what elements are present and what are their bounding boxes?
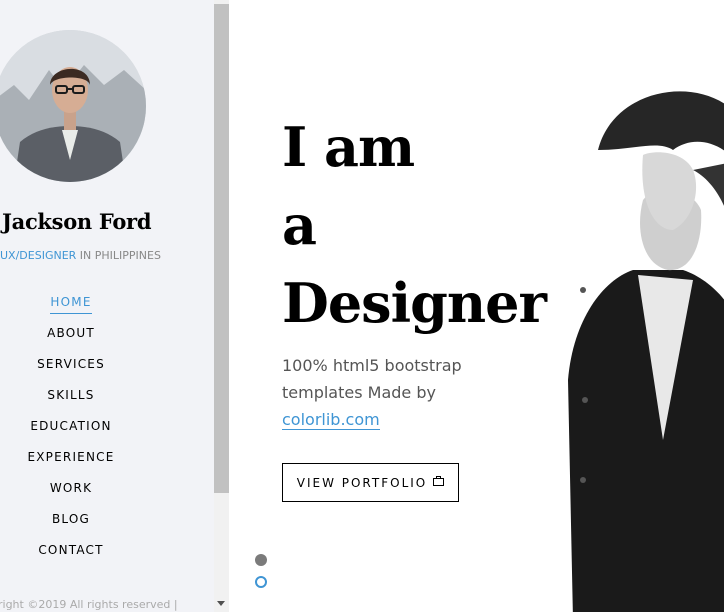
hero-subtext-body: 100% html5 bootstrap templates Made by	[282, 356, 462, 402]
briefcase-icon	[433, 476, 445, 489]
nav-item-label: BLOG	[51, 512, 91, 526]
sidebar: Jackson Ford UX/DESIGNER IN PHILIPPINES …	[0, 0, 214, 612]
sidebar-scrollbar[interactable]	[214, 0, 229, 612]
slider-dot-1[interactable]	[255, 554, 267, 566]
headline-line: I am	[282, 115, 415, 179]
headline-line: Designer	[282, 271, 547, 335]
avatar-photo	[0, 30, 146, 182]
hero-section: I am a Designer 100% html5 bootstrap tem…	[229, 0, 724, 612]
copyright-text: right ©2019 All rights reserved |	[0, 598, 178, 611]
slider-dot-2[interactable]	[255, 576, 267, 588]
nav-item-work[interactable]: WORK	[0, 480, 142, 511]
nav-item-label: EDUCATION	[30, 419, 112, 433]
main-nav: HOME ABOUT SERVICES SKILLS EDUCATION EXP…	[0, 294, 142, 573]
nav-item-label: HOME	[50, 294, 92, 314]
nav-item-label: ABOUT	[47, 326, 95, 340]
hero-headline: I am a Designer	[282, 108, 602, 342]
profile-role: UX/DESIGNER IN PHILIPPINES	[0, 249, 214, 262]
avatar	[0, 30, 146, 182]
nav-item-home[interactable]: HOME	[0, 294, 142, 325]
nav-item-about[interactable]: ABOUT	[0, 325, 142, 356]
nav-item-services[interactable]: SERVICES	[0, 356, 142, 387]
headline-line: a	[282, 193, 317, 257]
nav-item-label: SKILLS	[47, 388, 95, 402]
profile-name: Jackson Ford	[2, 209, 152, 234]
hero-subtext: 100% html5 bootstrap templates Made by c…	[282, 352, 502, 433]
colorlib-link[interactable]: colorlib.com	[282, 410, 380, 430]
nav-item-label: CONTACT	[38, 543, 104, 557]
view-portfolio-button[interactable]: VIEW PORTFOLIO	[282, 463, 459, 502]
nav-item-label: SERVICES	[37, 357, 105, 371]
nav-item-skills[interactable]: SKILLS	[0, 387, 142, 418]
nav-item-education[interactable]: EDUCATION	[0, 418, 142, 449]
nav-item-blog[interactable]: BLOG	[0, 511, 142, 542]
profile-role-title: UX/DESIGNER	[0, 249, 77, 262]
nav-item-label: EXPERIENCE	[27, 450, 115, 464]
nav-item-contact[interactable]: CONTACT	[0, 542, 142, 573]
nav-item-experience[interactable]: EXPERIENCE	[0, 449, 142, 480]
scrollbar-thumb[interactable]	[214, 4, 229, 493]
nav-item-label: WORK	[49, 481, 93, 495]
profile-role-location: IN PHILIPPINES	[76, 249, 161, 262]
view-portfolio-label: VIEW PORTFOLIO	[296, 475, 428, 490]
scroll-down-arrow-icon[interactable]	[217, 601, 225, 606]
